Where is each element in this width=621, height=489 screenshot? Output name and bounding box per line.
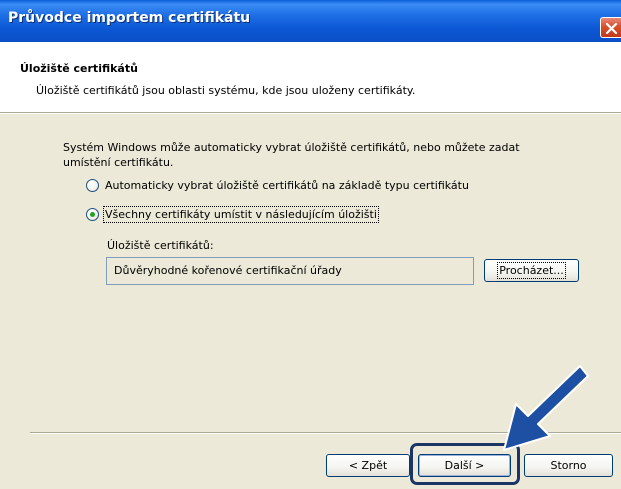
page-title: Úložiště certifikátů bbox=[20, 62, 138, 75]
radio-button-unchecked[interactable] bbox=[86, 178, 99, 192]
page-subtitle: Úložiště certifikátů jsou oblasti systém… bbox=[36, 84, 416, 97]
back-button[interactable]: < Zpět bbox=[326, 454, 410, 477]
cancel-button[interactable]: Storno bbox=[524, 454, 613, 477]
header-divider bbox=[0, 112, 621, 114]
radio-button-checked[interactable] bbox=[86, 207, 99, 221]
window-title: Průvodce importem certifikátu bbox=[8, 10, 251, 26]
title-bar[interactable]: Průvodce importem certifikátu bbox=[0, 0, 621, 42]
pointer-arrow-icon bbox=[503, 365, 589, 451]
browse-button-label[interactable]: Procházet... bbox=[497, 262, 566, 279]
close-button[interactable] bbox=[600, 17, 621, 38]
store-field-label: Úložiště certifikátů: bbox=[107, 239, 214, 252]
radio-place-in-store[interactable]: Všechny certifikáty umístit v následujíc… bbox=[86, 205, 379, 223]
wizard-window: Průvodce importem certifikátu Úložiště c… bbox=[0, 0, 621, 489]
intro-text: Systém Windows může automaticky vybrat ú… bbox=[63, 141, 520, 169]
store-field: Důvěryhodné kořenové certifikační úřady bbox=[106, 257, 474, 285]
browse-button[interactable]: Procházet... bbox=[484, 259, 579, 282]
wizard-header: Úložiště certifikátů Úložiště certifikát… bbox=[0, 42, 621, 112]
radio-auto-select[interactable]: Automaticky vybrat úložiště certifikátů … bbox=[86, 177, 469, 193]
radio-auto-select-label[interactable]: Automaticky vybrat úložiště certifikátů … bbox=[105, 179, 469, 192]
close-icon bbox=[605, 22, 618, 35]
radio-place-in-store-label[interactable]: Všechny certifikáty umístit v následujíc… bbox=[103, 205, 379, 223]
